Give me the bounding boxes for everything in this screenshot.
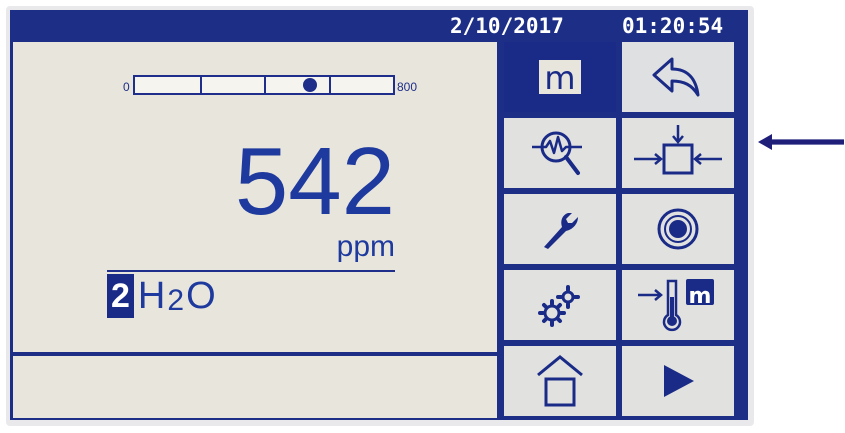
gauge-bar xyxy=(133,75,395,95)
divider xyxy=(107,270,395,272)
diagnostics-search-button[interactable] xyxy=(504,118,616,188)
gauge-max-label: 800 xyxy=(397,80,418,94)
gauge-tick xyxy=(264,77,266,93)
gas-formula-o: O xyxy=(186,275,216,317)
back-arrow-icon xyxy=(652,57,700,97)
pointer-arrow-icon xyxy=(758,134,844,150)
display-screen: 2/10/2017 01:20:54 0 800 542 ppm 2H2O m xyxy=(10,10,748,420)
target-icon xyxy=(657,208,699,250)
temperature-m-button[interactable]: m xyxy=(622,270,734,340)
next-play-button[interactable] xyxy=(622,346,734,416)
mode-m-button[interactable]: m xyxy=(504,42,616,112)
zero-calibration-button[interactable] xyxy=(622,118,734,188)
home-button[interactable] xyxy=(504,346,616,416)
gauge-tick xyxy=(328,77,331,93)
measurement-panel: 0 800 542 ppm 2 H2O xyxy=(13,42,497,352)
gas-formula-subscript: 2 xyxy=(167,284,185,317)
gears-icon xyxy=(538,285,580,327)
channel-number: 2 xyxy=(107,274,134,318)
gas-formula-h: H xyxy=(137,275,166,317)
channel-label: 2 H2O xyxy=(107,274,216,318)
target-button[interactable] xyxy=(622,194,734,264)
measurement-unit: ppm xyxy=(336,230,395,263)
mode-m-label: m xyxy=(536,57,584,97)
time-display: 01:20:54 xyxy=(622,14,724,38)
menu-button-grid: m m xyxy=(504,42,746,420)
temperature-m-label: m xyxy=(688,284,712,309)
play-icon xyxy=(664,365,694,397)
gas-formula: H2O xyxy=(138,274,216,321)
home-icon xyxy=(537,355,583,407)
status-panel xyxy=(13,356,497,418)
settings-gears-button[interactable] xyxy=(504,270,616,340)
wrench-icon xyxy=(544,213,578,249)
arrows-into-box-icon xyxy=(634,125,722,175)
device-photo: 2/10/2017 01:20:54 0 800 542 ppm 2H2O m xyxy=(0,0,845,433)
gauge-tick xyxy=(199,77,202,93)
gauge-min-label: 0 xyxy=(123,80,130,94)
measurement-value: 542 xyxy=(234,128,395,235)
date-display: 2/10/2017 xyxy=(450,14,564,38)
back-button[interactable] xyxy=(622,42,734,112)
magnifier-pulse-icon xyxy=(532,131,582,175)
gauge-marker xyxy=(303,78,318,92)
service-wrench-button[interactable] xyxy=(504,194,616,264)
